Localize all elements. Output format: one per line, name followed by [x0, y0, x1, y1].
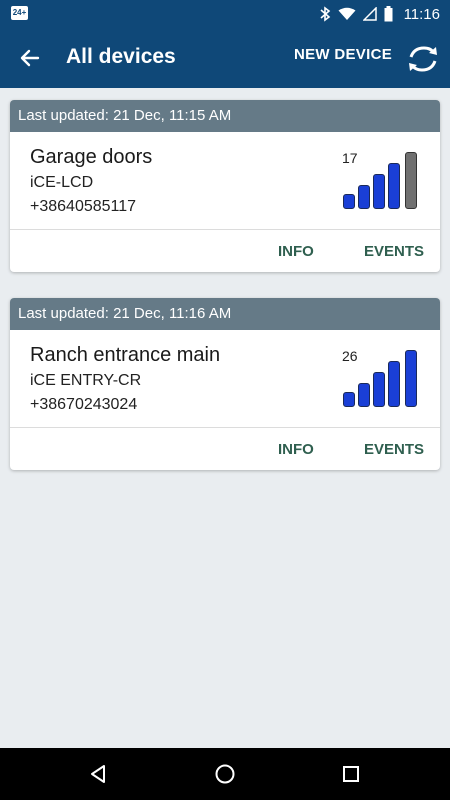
nav-recents-button[interactable]	[336, 759, 366, 789]
device-details[interactable]: Garage doors iCE-LCD +38640585117 17	[10, 132, 440, 230]
events-button[interactable]: EVENTS	[364, 441, 424, 458]
status-time: 11:16	[403, 5, 440, 23]
signal-bar	[343, 194, 355, 209]
card-actions: INFO EVENTS	[10, 230, 440, 272]
bluetooth-icon	[320, 6, 330, 22]
nav-back-button[interactable]	[83, 759, 113, 789]
signal-bar	[388, 361, 400, 407]
refresh-icon	[409, 46, 437, 72]
nav-home-button[interactable]	[210, 759, 240, 789]
device-name: Ranch entrance main	[30, 344, 221, 366]
page-title: All devices	[66, 45, 176, 68]
device-name: Garage doors	[30, 146, 153, 168]
signal-bar	[405, 152, 417, 209]
signal-bar	[405, 350, 417, 407]
cell-signal-icon	[362, 7, 377, 21]
circle-home-icon	[215, 764, 235, 784]
last-updated-header: Last updated: 21 Dec, 11:15 AM	[10, 100, 440, 132]
signal-bar	[373, 174, 385, 209]
navigation-bar	[0, 748, 450, 800]
battery-icon	[384, 6, 393, 22]
status-icons: 11:16	[319, 0, 440, 28]
signal-bar	[358, 383, 370, 407]
signal-strength-icon	[343, 151, 423, 209]
signal-bar	[373, 372, 385, 407]
app-notification-icon: 24+	[11, 6, 28, 20]
arrow-back-icon	[20, 49, 40, 67]
status-bar: 24+ 11:16	[0, 0, 450, 28]
info-button[interactable]: INFO	[278, 441, 314, 458]
card-actions: INFO EVENTS	[10, 428, 440, 470]
device-phone: +38640585117	[30, 198, 137, 215]
device-model: iCE ENTRY-CR	[30, 372, 142, 389]
device-card[interactable]: Last updated: 21 Dec, 11:16 AM Ranch ent…	[10, 298, 440, 470]
device-card[interactable]: Last updated: 21 Dec, 11:15 AM Garage do…	[10, 100, 440, 272]
signal-bar	[388, 163, 400, 209]
last-updated-header: Last updated: 21 Dec, 11:16 AM	[10, 298, 440, 330]
new-device-button[interactable]: NEW DEVICE	[294, 46, 392, 63]
triangle-back-icon	[91, 765, 105, 783]
wifi-icon	[338, 7, 356, 20]
signal-bar	[343, 392, 355, 407]
app-bar: All devices NEW DEVICE	[0, 28, 450, 88]
device-model: iCE-LCD	[30, 174, 94, 191]
refresh-button[interactable]	[404, 40, 442, 78]
events-button[interactable]: EVENTS	[364, 243, 424, 260]
device-details[interactable]: Ranch entrance main iCE ENTRY-CR +386702…	[10, 330, 440, 428]
info-button[interactable]: INFO	[278, 243, 314, 260]
device-phone: +38670243024	[30, 396, 138, 413]
square-recents-icon	[343, 766, 359, 782]
signal-strength-icon	[343, 349, 423, 407]
signal-bar	[358, 185, 370, 209]
back-button[interactable]	[10, 38, 50, 78]
